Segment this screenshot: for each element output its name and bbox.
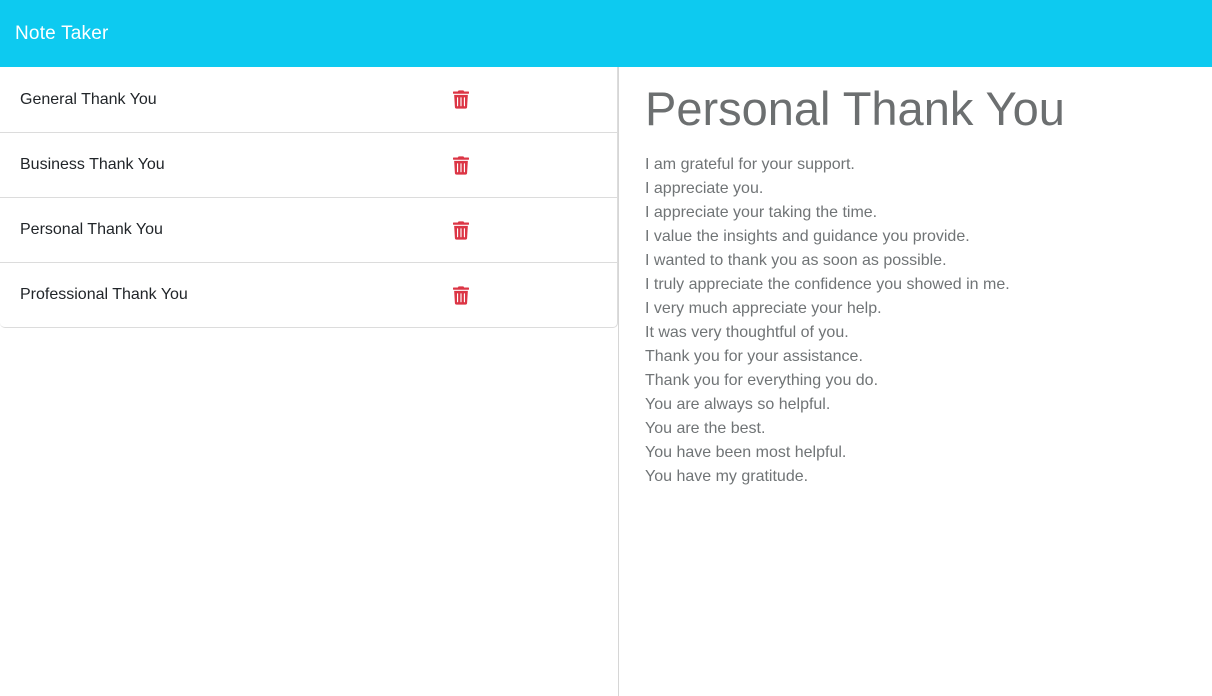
note-line: I appreciate your taking the time. <box>645 204 878 221</box>
note-line: You have my gratitude. <box>645 468 809 485</box>
note-line: I wanted to thank you as soon as possibl… <box>645 252 947 269</box>
note-line: I appreciate you. <box>645 180 764 197</box>
note-body: I am grateful for your support. I apprec… <box>645 153 1212 489</box>
note-line: It was very thoughtful of you. <box>645 324 849 341</box>
list-item[interactable]: Business Thank You <box>0 132 617 197</box>
note-heading: Personal Thank You <box>645 82 1065 135</box>
note-list: General Thank You Business Thank You Per… <box>0 67 618 328</box>
note-title[interactable]: General Thank You <box>20 91 157 109</box>
note-line: I truly appreciate the confidence you sh… <box>645 276 1010 293</box>
note-line: I am grateful for your support. <box>645 156 855 173</box>
list-item[interactable]: Personal Thank You <box>0 197 617 262</box>
trash-icon[interactable] <box>452 285 470 305</box>
trash-icon[interactable] <box>452 155 470 175</box>
trash-icon[interactable] <box>452 220 470 240</box>
note-title[interactable]: Business Thank You <box>20 156 165 174</box>
note-title[interactable]: Personal Thank You <box>20 221 163 239</box>
note-line: Thank you for your assistance. <box>645 348 863 365</box>
trash-icon[interactable] <box>452 90 470 110</box>
list-item[interactable]: Professional Thank You <box>0 262 617 327</box>
list-item[interactable]: General Thank You <box>0 67 617 132</box>
note-title[interactable]: Professional Thank You <box>20 286 188 304</box>
note-line: I value the insights and guidance you pr… <box>645 228 970 245</box>
note-line: You are the best. <box>645 420 766 437</box>
note-view-panel: Personal Thank You I am grateful for you… <box>620 67 1212 696</box>
note-list-panel: General Thank You Business Thank You Per… <box>0 67 619 696</box>
note-line: You are always so helpful. <box>645 396 831 413</box>
brand-link[interactable]: Note Taker <box>15 23 109 45</box>
note-line: You have been most helpful. <box>645 444 847 461</box>
navbar: Note Taker <box>0 0 1212 67</box>
note-line: Thank you for everything you do. <box>645 372 879 389</box>
note-line: I very much appreciate your help. <box>645 300 882 317</box>
